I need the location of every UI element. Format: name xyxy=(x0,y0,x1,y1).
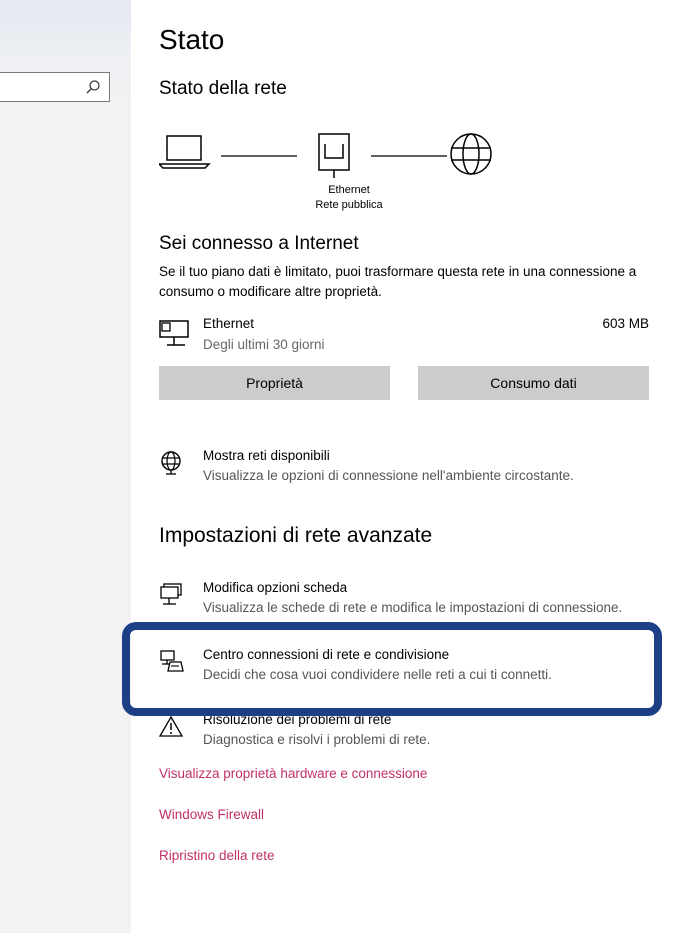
connection-status-title: Sei connesso a Internet xyxy=(159,233,359,254)
network-status-heading: Stato della rete xyxy=(159,78,287,99)
network-type-label: Rete pubblica xyxy=(315,199,383,211)
data-usage-amount: 603 MB xyxy=(602,316,649,331)
ethernet-usage-row: Ethernet Degli ultimi 30 giorni 603 MB xyxy=(159,315,649,355)
network-troubleshooter-description: Diagnostica e risolvi i problemi di rete… xyxy=(203,732,431,747)
properties-button[interactable]: Proprietà xyxy=(159,366,390,400)
navigation-pane xyxy=(0,0,131,933)
data-usage-button[interactable]: Consumo dati xyxy=(418,366,649,400)
adapter-label: Ethernet xyxy=(328,184,370,196)
ethernet-adapter-icon xyxy=(159,320,189,346)
search-icon[interactable] xyxy=(85,79,101,95)
available-networks-title: Mostra reti disponibili xyxy=(203,448,330,463)
change-adapter-options-title: Modifica opzioni scheda xyxy=(203,580,348,595)
usage-period: Degli ultimi 30 giorni xyxy=(203,337,325,352)
laptop-icon xyxy=(159,135,211,169)
show-available-networks[interactable]: Mostra reti disponibili Visualizza le op… xyxy=(159,448,676,488)
network-adapter-icon xyxy=(160,583,182,605)
search-input[interactable] xyxy=(0,72,110,102)
globe-icon xyxy=(161,451,181,475)
change-adapter-options[interactable]: Modifica opzioni scheda Visualizza le sc… xyxy=(159,580,676,620)
advanced-settings-heading: Impostazioni di rete avanzate xyxy=(159,524,433,547)
warning-icon xyxy=(159,715,184,737)
available-networks-description: Visualizza le opzioni di connessione nel… xyxy=(203,468,574,483)
change-adapter-options-description: Visualizza le schede di rete e modifica … xyxy=(203,600,623,615)
network-troubleshooter[interactable]: Risoluzione dei problemi di rete Diagnos… xyxy=(159,712,676,752)
network-diagram: Ethernet Rete pubblica xyxy=(159,126,539,216)
ethernet-port-icon xyxy=(318,133,350,178)
hardware-properties-link[interactable]: Visualizza proprietà hardware e connessi… xyxy=(159,766,427,781)
network-reset-link[interactable]: Ripristino della rete xyxy=(159,848,275,863)
globe-icon xyxy=(450,133,492,175)
main-content: Stato Stato della rete Ethernet Rete pub… xyxy=(131,0,676,933)
windows-firewall-link[interactable]: Windows Firewall xyxy=(159,807,264,822)
connection-description: Se il tuo piano dati è limitato, puoi tr… xyxy=(159,264,637,299)
highlight-annotation-box xyxy=(122,622,662,716)
ethernet-name: Ethernet xyxy=(203,316,255,331)
page-title: Stato xyxy=(159,24,225,55)
